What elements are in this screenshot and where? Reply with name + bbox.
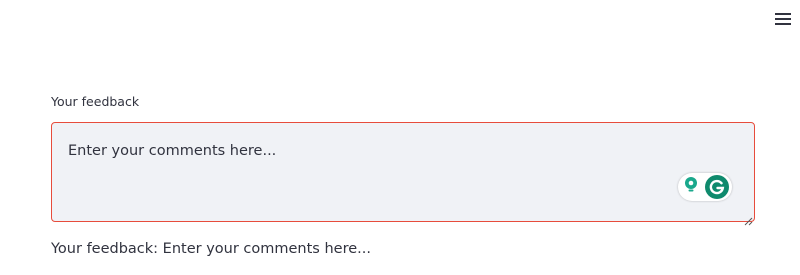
app-page: Your feedback Your feed [0,0,800,275]
grammarly-widget[interactable] [678,173,732,201]
grammarly-logo-icon[interactable] [705,175,729,199]
lightbulb-icon[interactable] [683,176,699,198]
hamburger-icon [775,13,791,25]
main-menu-button[interactable] [772,8,794,30]
feedback-textarea[interactable] [52,123,754,221]
resize-grip-icon[interactable] [744,211,753,226]
feedback-output-text: Your feedback: Enter your comments here.… [51,241,371,257]
feedback-textarea-container [51,122,755,226]
feedback-label: Your feedback [51,94,140,109]
